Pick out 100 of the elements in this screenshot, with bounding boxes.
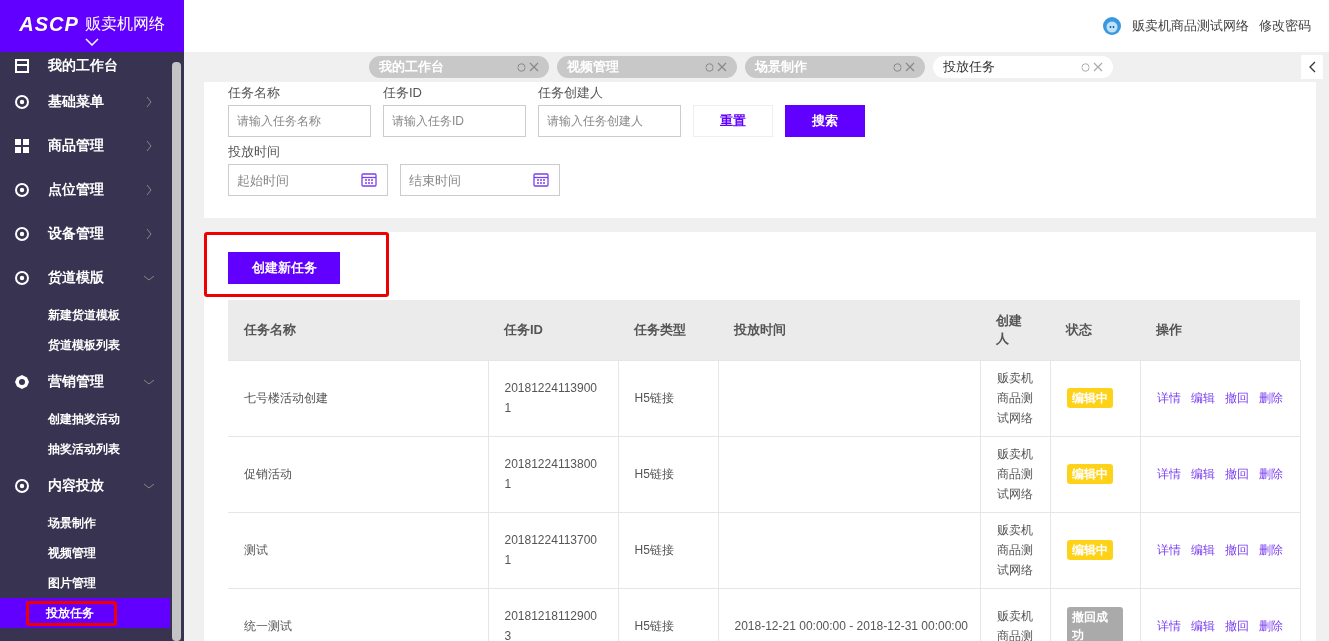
action-link[interactable]: 撤回 [1224, 617, 1249, 635]
target-icon [14, 478, 30, 494]
status-badge: 撤回成功 [1066, 607, 1123, 641]
action-link[interactable]: 编辑 [1190, 465, 1215, 483]
sidebar-item[interactable]: 点位管理 [0, 168, 170, 212]
reset-button[interactable]: 重置 [693, 105, 773, 137]
column-header: 状态 [1050, 300, 1140, 360]
tab[interactable]: 投放任务 [933, 56, 1113, 78]
table-cell: 测试 [244, 543, 268, 557]
action-link[interactable]: 详情 [1156, 389, 1181, 407]
status-badge: 编辑中 [1066, 464, 1113, 484]
column-header: 任务ID [488, 300, 618, 360]
field-label: 任务名称 [228, 84, 281, 102]
user-name: 贩卖机商品测试网络 [1132, 17, 1249, 35]
action-link[interactable]: 撤回 [1224, 465, 1249, 483]
gear-icon [14, 374, 30, 390]
table-cell-text: 贩卖机商品测试网络 [996, 370, 1034, 427]
table-cell: 统一测试 [244, 619, 292, 633]
avatar-icon [1102, 16, 1122, 36]
logo-text: ASCP [19, 12, 79, 36]
status-badge: 编辑中 [1066, 388, 1113, 408]
search-button[interactable]: 搜索 [785, 105, 865, 137]
target-icon [14, 270, 30, 286]
app-name: 贩卖机网络 [84, 13, 165, 34]
date-field[interactable]: 起始时间 [228, 164, 388, 196]
action-link[interactable]: 撤回 [1224, 389, 1249, 407]
close-icon [717, 62, 727, 72]
action-link[interactable]: 编辑 [1190, 541, 1215, 559]
submenu-item[interactable]: 抽奖活动列表 [46, 438, 122, 460]
sidebar-item[interactable]: 营销管理 [0, 360, 170, 404]
action-link[interactable]: 删除 [1258, 541, 1283, 559]
change-password-link[interactable]: 修改密码 [1259, 17, 1311, 35]
action-link[interactable]: 详情 [1156, 617, 1181, 635]
target-icon [14, 94, 30, 110]
sidebar-item[interactable]: 内容投放 [0, 464, 170, 508]
input-field[interactable]: 请输入任务名称 [228, 105, 371, 137]
column-header: 操作 [1140, 300, 1300, 360]
table-cell: 201812241139001 [504, 381, 598, 415]
action-link[interactable]: 详情 [1156, 465, 1181, 483]
action-link[interactable]: 删除 [1258, 617, 1283, 635]
table-cell: 201812241138001 [504, 457, 598, 491]
action-link[interactable]: 详情 [1156, 541, 1181, 559]
action-link[interactable]: 删除 [1258, 389, 1283, 407]
submenu-item[interactable]: 创建抽奖活动 [46, 408, 122, 430]
table-cell: H5链接 [634, 619, 674, 633]
sidebar-item[interactable]: 商品管理 [0, 124, 170, 168]
close-icon [529, 62, 539, 72]
input-field[interactable]: 请输入任务创建人 [538, 105, 681, 137]
table-cell: 201812181129003 [504, 609, 598, 641]
column-header: 投放时间 [718, 300, 980, 360]
table-cell: H5链接 [634, 467, 674, 481]
chevron-left-icon [1308, 61, 1316, 73]
create-task-button[interactable]: 创建新任务 [228, 252, 340, 284]
chevron-down-icon [144, 273, 154, 283]
table-cell-text: 贩卖机商品测 [996, 608, 1034, 641]
sidebar-item[interactable]: 我的工作台 [0, 52, 170, 80]
submenu-item[interactable]: 视频管理 [46, 542, 98, 564]
close-icon [1093, 62, 1103, 72]
scroll-left-button[interactable] [1301, 55, 1323, 79]
chevron-right-icon [144, 97, 154, 107]
submenu-item[interactable]: 图片管理 [46, 572, 98, 594]
close-icon [905, 62, 915, 72]
submenu-item[interactable]: 货道模板列表 [46, 334, 122, 356]
sidebar-item[interactable]: 货道模版 [0, 256, 170, 300]
date-field[interactable]: 结束时间 [400, 164, 560, 196]
action-link[interactable]: 删除 [1258, 465, 1283, 483]
calendar-icon [533, 172, 549, 188]
table-cell: 七号楼活动创建 [244, 391, 328, 405]
chevron-right-icon [144, 185, 154, 195]
calendar-icon [14, 58, 30, 74]
action-link[interactable]: 编辑 [1190, 389, 1215, 407]
table-cell: 201812241137001 [504, 533, 598, 567]
field-label: 任务ID [383, 84, 423, 102]
table-cell: 2018-12-21 00:00:00 - 2018-12-31 00:00:00 [734, 619, 969, 633]
sidebar-item[interactable]: 设备管理 [0, 212, 170, 256]
chevron-right-icon [144, 229, 154, 239]
table-cell-text: 贩卖机商品测试网络 [996, 446, 1034, 503]
chevron-down-icon [144, 481, 154, 491]
action-link[interactable]: 编辑 [1190, 617, 1215, 635]
status-badge: 编辑中 [1066, 540, 1113, 560]
submenu-item[interactable]: 投放任务 [26, 600, 117, 626]
target-icon [14, 182, 30, 198]
calendar-icon [361, 172, 377, 188]
scrollbar[interactable] [172, 62, 181, 641]
action-link[interactable]: 撤回 [1224, 541, 1249, 559]
column-header: 任务名称 [228, 300, 488, 360]
input-field[interactable]: 请输入任务ID [383, 105, 526, 137]
sidebar-item[interactable]: 基础菜单 [0, 80, 170, 124]
field-label: 投放时间 [228, 143, 281, 161]
submenu-item[interactable]: 场景制作 [46, 512, 98, 534]
chevron-down-icon [144, 377, 154, 387]
grid-icon [14, 138, 30, 154]
column-header: 创建人 [980, 300, 1050, 360]
submenu-item[interactable]: 新建货道模板 [46, 304, 122, 326]
target-icon [14, 226, 30, 242]
chevron-down-icon [85, 37, 99, 46]
table-cell: H5链接 [634, 543, 674, 557]
table-cell-text: 贩卖机商品测试网络 [996, 522, 1034, 579]
field-label: 任务创建人 [538, 84, 604, 102]
column-header: 任务类型 [618, 300, 718, 360]
